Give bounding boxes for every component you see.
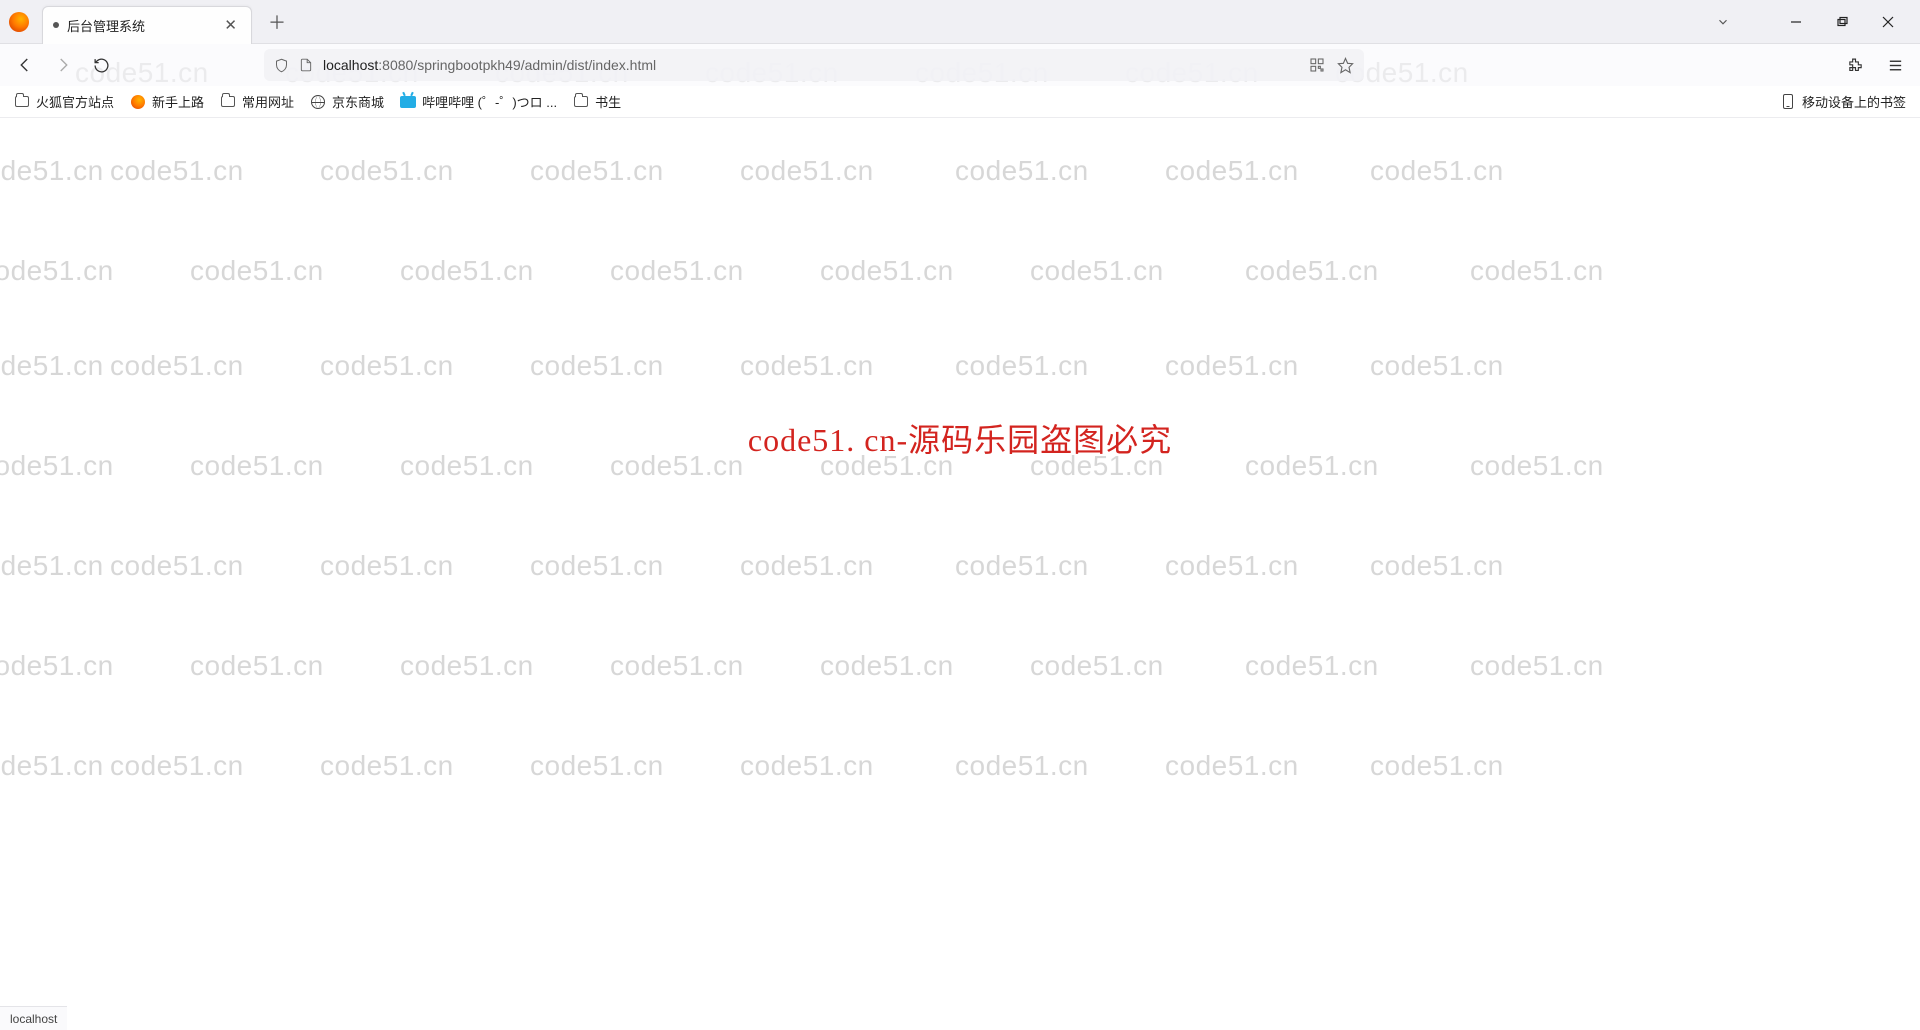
firefox-icon (130, 94, 146, 110)
window-close-button[interactable] (1866, 7, 1910, 37)
bookmark-star-icon[interactable] (1337, 57, 1354, 74)
shield-icon (274, 58, 289, 73)
bookmark-label: 哔哩哔哩 (゜-゜)つロ ... (422, 92, 557, 111)
window-maximize-button[interactable] (1820, 7, 1864, 37)
bookmark-label: 火狐官方站点 (36, 92, 114, 111)
status-bar: localhost (0, 1006, 67, 1030)
bookmark-label: 常用网址 (242, 92, 294, 111)
bookmark-item[interactable]: 火狐官方站点 (14, 92, 114, 111)
page-content: code51. cn-源码乐园盗图必究 (0, 118, 1920, 1006)
titlebar: 后台管理系统 ✕ ＋ (0, 0, 1920, 44)
bookmarks-bar: 火狐官方站点 新手上路 常用网址 京东商城 哔哩哔哩 (゜-゜)つロ ... 书… (0, 86, 1920, 118)
tab-loading-dot-icon (53, 22, 59, 28)
bookmark-item[interactable]: 京东商城 (310, 92, 384, 111)
bookmark-label: 移动设备上的书签 (1802, 92, 1906, 111)
window-minimize-button[interactable] (1774, 7, 1818, 37)
browser-tab[interactable]: 后台管理系统 ✕ (42, 6, 252, 44)
tabs-dropdown-button[interactable] (1712, 11, 1734, 33)
page-info-icon[interactable] (299, 58, 313, 72)
qr-icon[interactable] (1309, 57, 1325, 73)
bookmark-label: 新手上路 (152, 92, 204, 111)
bookmark-label: 书生 (595, 92, 621, 111)
nav-reload-button[interactable] (86, 50, 116, 80)
mobile-icon (1780, 94, 1796, 110)
bookmark-item[interactable]: 新手上路 (130, 92, 204, 111)
globe-icon (310, 94, 326, 110)
window-controls (1774, 7, 1910, 37)
firefox-logo-icon (6, 9, 32, 35)
tab-close-button[interactable]: ✕ (220, 14, 241, 36)
app-menu-button[interactable] (1880, 50, 1910, 80)
bookmark-item[interactable]: 书生 (573, 92, 621, 111)
new-tab-button[interactable]: ＋ (260, 5, 294, 39)
folder-icon (14, 94, 30, 110)
center-watermark-text: code51. cn-源码乐园盗图必究 (748, 415, 1172, 461)
folder-icon (573, 94, 589, 110)
nav-back-button[interactable] (10, 50, 40, 80)
url-text[interactable]: localhost:8080/springbootpkh49/admin/dis… (323, 57, 1299, 73)
bookmark-label: 京东商城 (332, 92, 384, 111)
toolbar: localhost:8080/springbootpkh49/admin/dis… (0, 44, 1920, 86)
bookmark-item[interactable]: 哔哩哔哩 (゜-゜)つロ ... (400, 92, 557, 111)
mobile-bookmarks-button[interactable]: 移动设备上的书签 (1780, 92, 1906, 111)
bilibili-icon (400, 94, 416, 110)
tab-title: 后台管理系统 (67, 16, 212, 35)
extensions-button[interactable] (1840, 50, 1870, 80)
status-text: localhost (10, 1012, 57, 1026)
folder-icon (220, 94, 236, 110)
nav-forward-button[interactable] (48, 50, 78, 80)
url-bar[interactable]: localhost:8080/springbootpkh49/admin/dis… (264, 49, 1364, 81)
bookmark-item[interactable]: 常用网址 (220, 92, 294, 111)
